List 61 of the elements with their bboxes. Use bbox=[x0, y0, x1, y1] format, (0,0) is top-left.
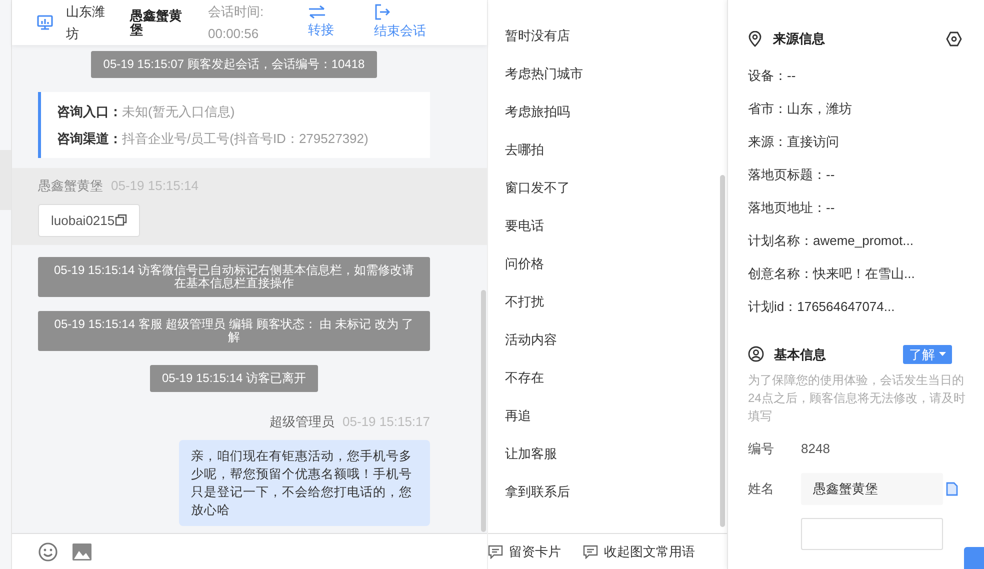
quick-reply-item[interactable]: 考虑旅拍吗 bbox=[505, 101, 570, 123]
text-input[interactable]: 愚鑫蟹黄堡 bbox=[801, 472, 943, 504]
scrollbar[interactable] bbox=[481, 290, 486, 532]
field-label: 姓名 bbox=[748, 480, 775, 498]
section-title: 来源信息 bbox=[773, 30, 825, 48]
logout-icon bbox=[374, 4, 390, 20]
message-icon bbox=[488, 544, 503, 558]
quick-reply-item[interactable]: 不存在 bbox=[505, 367, 544, 389]
info-line: 咨询入口：未知(暂无入口信息) bbox=[57, 103, 236, 121]
info-line: 咨询渠道：抖音企业号/员工号(抖音号ID：279527392) bbox=[57, 130, 370, 148]
quick-reply-item[interactable]: 不打扰 bbox=[505, 291, 544, 313]
customer-name: 愚鑫蟹黄堡 bbox=[130, 8, 183, 36]
input-field[interactable] bbox=[801, 518, 943, 550]
message-time: 05-19 15:15:17 bbox=[342, 413, 430, 431]
info-line: 省市：山东，潍坊 bbox=[748, 100, 853, 118]
quick-reply-item[interactable]: 去哪拍 bbox=[505, 139, 544, 161]
transfer-icon bbox=[308, 4, 326, 18]
copy-icon[interactable] bbox=[114, 214, 127, 226]
system-message: 05-19 15:15:14 访客微信号已自动标记右侧基本信息栏，如需修改请在基本信息栏直接操作 bbox=[38, 257, 430, 297]
message-bubble: 亲，咱们现在有钜惠活动，您手机号多少呢，帮您预留个优惠名额哦！手机号只是登记一下，不会给您打电话的，您放心哈 bbox=[179, 440, 430, 526]
session-timer: 00:00:56 bbox=[208, 24, 260, 42]
message-icon bbox=[583, 544, 598, 558]
emoji-icon[interactable] bbox=[38, 542, 58, 562]
system-message: 05-19 15:15:14 访客已离开 bbox=[150, 365, 318, 392]
info-line: 设备：-- bbox=[748, 66, 797, 84]
info-line: 落地页标题：-- bbox=[748, 166, 836, 184]
info-line: 创意名称：快来吧！在雪山... bbox=[748, 264, 916, 282]
info-line: 来源：直接访问 bbox=[748, 132, 840, 150]
field-value: 8248 bbox=[801, 440, 830, 458]
quick-action-button[interactable]: 留资卡片 bbox=[488, 542, 561, 562]
quick-reply-item[interactable]: 暂时没有店 bbox=[505, 25, 570, 47]
notice-text: 为了保障您的使用体验，会话发生当日的24点之后，顾客信息将无法修改，请及时填写 bbox=[748, 372, 966, 425]
info-line: 落地页地址：-- bbox=[748, 198, 836, 216]
monitor-icon bbox=[37, 15, 53, 30]
document-icon[interactable] bbox=[946, 482, 958, 496]
message-text: luobai0215 bbox=[51, 212, 115, 230]
quick-reply-item[interactable]: 问价格 bbox=[505, 253, 544, 275]
image-icon[interactable] bbox=[72, 542, 92, 560]
section-title: 基本信息 bbox=[774, 346, 826, 364]
timer-label: 会话时间: bbox=[208, 2, 265, 20]
location-pin-icon bbox=[748, 30, 762, 47]
quick-reply-item[interactable]: 要电话 bbox=[505, 215, 544, 237]
user-icon bbox=[748, 346, 764, 362]
caret-icon bbox=[939, 352, 946, 356]
settings-icon[interactable] bbox=[946, 30, 962, 47]
info-line: 计划名称：aweme_promot... bbox=[748, 232, 914, 250]
quick-reply-item[interactable]: 考虑热门城市 bbox=[505, 63, 583, 85]
scrollbar[interactable] bbox=[720, 175, 725, 527]
quick-reply-item[interactable]: 窗口发不了 bbox=[505, 177, 570, 199]
field-label: 编号 bbox=[748, 440, 775, 458]
quick-reply-item[interactable]: 再追 bbox=[505, 405, 531, 427]
quick-reply-item[interactable]: 拿到联系后 bbox=[505, 481, 570, 503]
system-message: 05-19 15:15:07 顾客发起会话，会话编号：10418 bbox=[91, 51, 377, 78]
sender-name: 愚鑫蟹黄堡 bbox=[38, 177, 103, 195]
sender-name: 超级管理员 bbox=[270, 413, 335, 431]
info-line: 计划id：176564647074... bbox=[748, 298, 896, 316]
quick-action-button[interactable]: 收起图文常用语 bbox=[583, 542, 695, 562]
quick-reply-item[interactable]: 活动内容 bbox=[505, 329, 557, 351]
system-message: 05-19 15:15:14 客服 超级管理员 编辑 顾客状态： 由 未标记 改为 了解 bbox=[38, 311, 430, 351]
location-text: 山东潍坊 bbox=[66, 2, 106, 42]
quick-reply-item[interactable]: 让加客服 bbox=[505, 443, 557, 465]
